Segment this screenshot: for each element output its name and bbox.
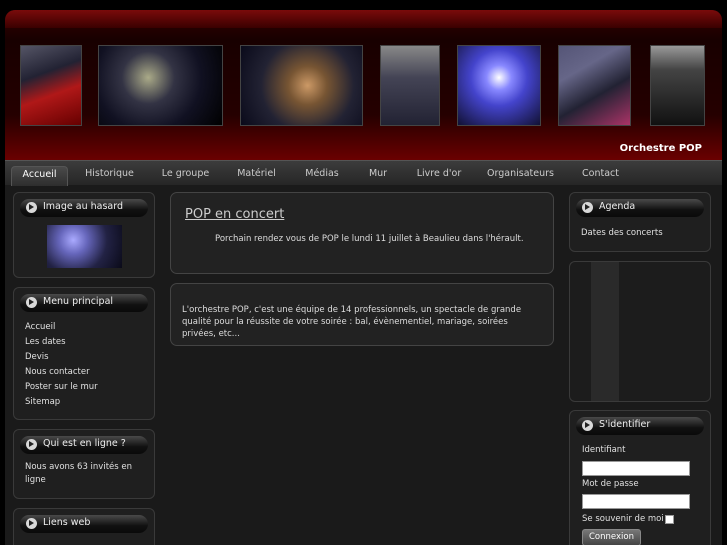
random-concert-image[interactable] [47, 225, 122, 268]
band-photo-keyboard [558, 45, 631, 126]
main-navigation: Accueil Historique Le groupe Matériel Mé… [5, 160, 722, 186]
nav-historique[interactable]: Historique [77, 166, 142, 186]
band-photo-performer [650, 45, 705, 126]
menu-item-nous-contacter[interactable]: Nous contacter [25, 365, 90, 380]
menu-item-accueil[interactable]: Accueil [25, 320, 55, 335]
menu-item-sitemap[interactable]: Sitemap [25, 395, 60, 410]
login-header: S'identifier [576, 417, 704, 435]
arrow-right-icon [26, 297, 37, 308]
empty-side-box [569, 261, 711, 402]
article-concert: POP en concert Porchain rendez vous de P… [170, 192, 554, 274]
username-label: Identifiant [582, 445, 626, 455]
article-presentation-text: L'orchestre POP, c'est une équipe de 14 … [182, 305, 522, 339]
nav-le-groupe[interactable]: Le groupe [153, 166, 218, 186]
username-input[interactable] [582, 461, 690, 476]
article-concert-title[interactable]: POP en concert [185, 207, 284, 222]
password-input[interactable] [582, 494, 690, 509]
agenda-header: Agenda [576, 199, 704, 217]
band-photo-guitarist [240, 45, 363, 126]
header-banner: Orchestre POP [5, 10, 722, 160]
web-links-header: Liens web [20, 515, 148, 533]
article-presentation: L'orchestre POP, c'est une équipe de 14 … [170, 283, 554, 346]
site-title: Orchestre POP [619, 143, 702, 154]
random-image-box: Image au hasard [13, 192, 155, 278]
who-online-text: Nous avons 63 invités en ligne [25, 462, 133, 485]
login-box: S'identifier Identifiant Mot de passe Se… [569, 410, 711, 545]
random-image-header: Image au hasard [20, 199, 148, 217]
nav-organisateurs[interactable]: Organisateurs [483, 166, 558, 186]
band-photo-singer [20, 45, 82, 126]
agenda-dates-link[interactable]: Dates des concerts [581, 226, 663, 241]
agenda-title: Agenda [599, 201, 636, 212]
random-image-title: Image au hasard [43, 201, 124, 212]
who-online-header: Qui est en ligne ? [20, 436, 148, 454]
arrow-right-icon [26, 439, 37, 450]
nav-accueil[interactable]: Accueil [11, 166, 68, 186]
menu-item-poster-mur[interactable]: Poster sur le mur [25, 380, 98, 395]
arrow-right-icon [26, 202, 37, 213]
band-photo-silhouette [380, 45, 440, 126]
article-concert-text: Porchain rendez vous de POP le lundi 11 … [215, 234, 524, 244]
password-label: Mot de passe [582, 479, 639, 489]
menu-item-devis[interactable]: Devis [25, 350, 49, 365]
nav-contact[interactable]: Contact [573, 166, 628, 186]
main-menu-header: Menu principal [20, 294, 148, 312]
remember-me-label: Se souvenir de moi [582, 514, 664, 524]
main-menu-box: Menu principal Accueil Les dates Devis N… [13, 287, 155, 420]
arrow-right-icon [582, 202, 593, 213]
nav-livre-dor[interactable]: Livre d'or [410, 166, 468, 186]
arrow-right-icon [582, 420, 593, 431]
page-frame: Orchestre POP Accueil Historique Le grou… [5, 10, 722, 545]
agenda-box: Agenda Dates des concerts [569, 192, 711, 252]
band-photo-lights [457, 45, 541, 126]
login-button[interactable]: Connexion [582, 529, 641, 545]
who-online-box: Qui est en ligne ? Nous avons 63 invités… [13, 429, 155, 499]
web-links-title: Liens web [43, 517, 91, 528]
who-online-title: Qui est en ligne ? [43, 438, 126, 449]
web-links-box: Liens web [13, 508, 155, 545]
nav-mur[interactable]: Mur [362, 166, 394, 186]
remember-me-checkbox[interactable] [665, 515, 674, 524]
band-photo-drummer [98, 45, 223, 126]
login-title: S'identifier [599, 419, 651, 430]
nav-materiel[interactable]: Matériel [229, 166, 284, 186]
menu-item-les-dates[interactable]: Les dates [25, 335, 66, 350]
arrow-right-icon [26, 518, 37, 529]
main-menu-title: Menu principal [43, 296, 114, 307]
header-topbar [5, 10, 722, 28]
nav-medias[interactable]: Médias [297, 166, 347, 186]
